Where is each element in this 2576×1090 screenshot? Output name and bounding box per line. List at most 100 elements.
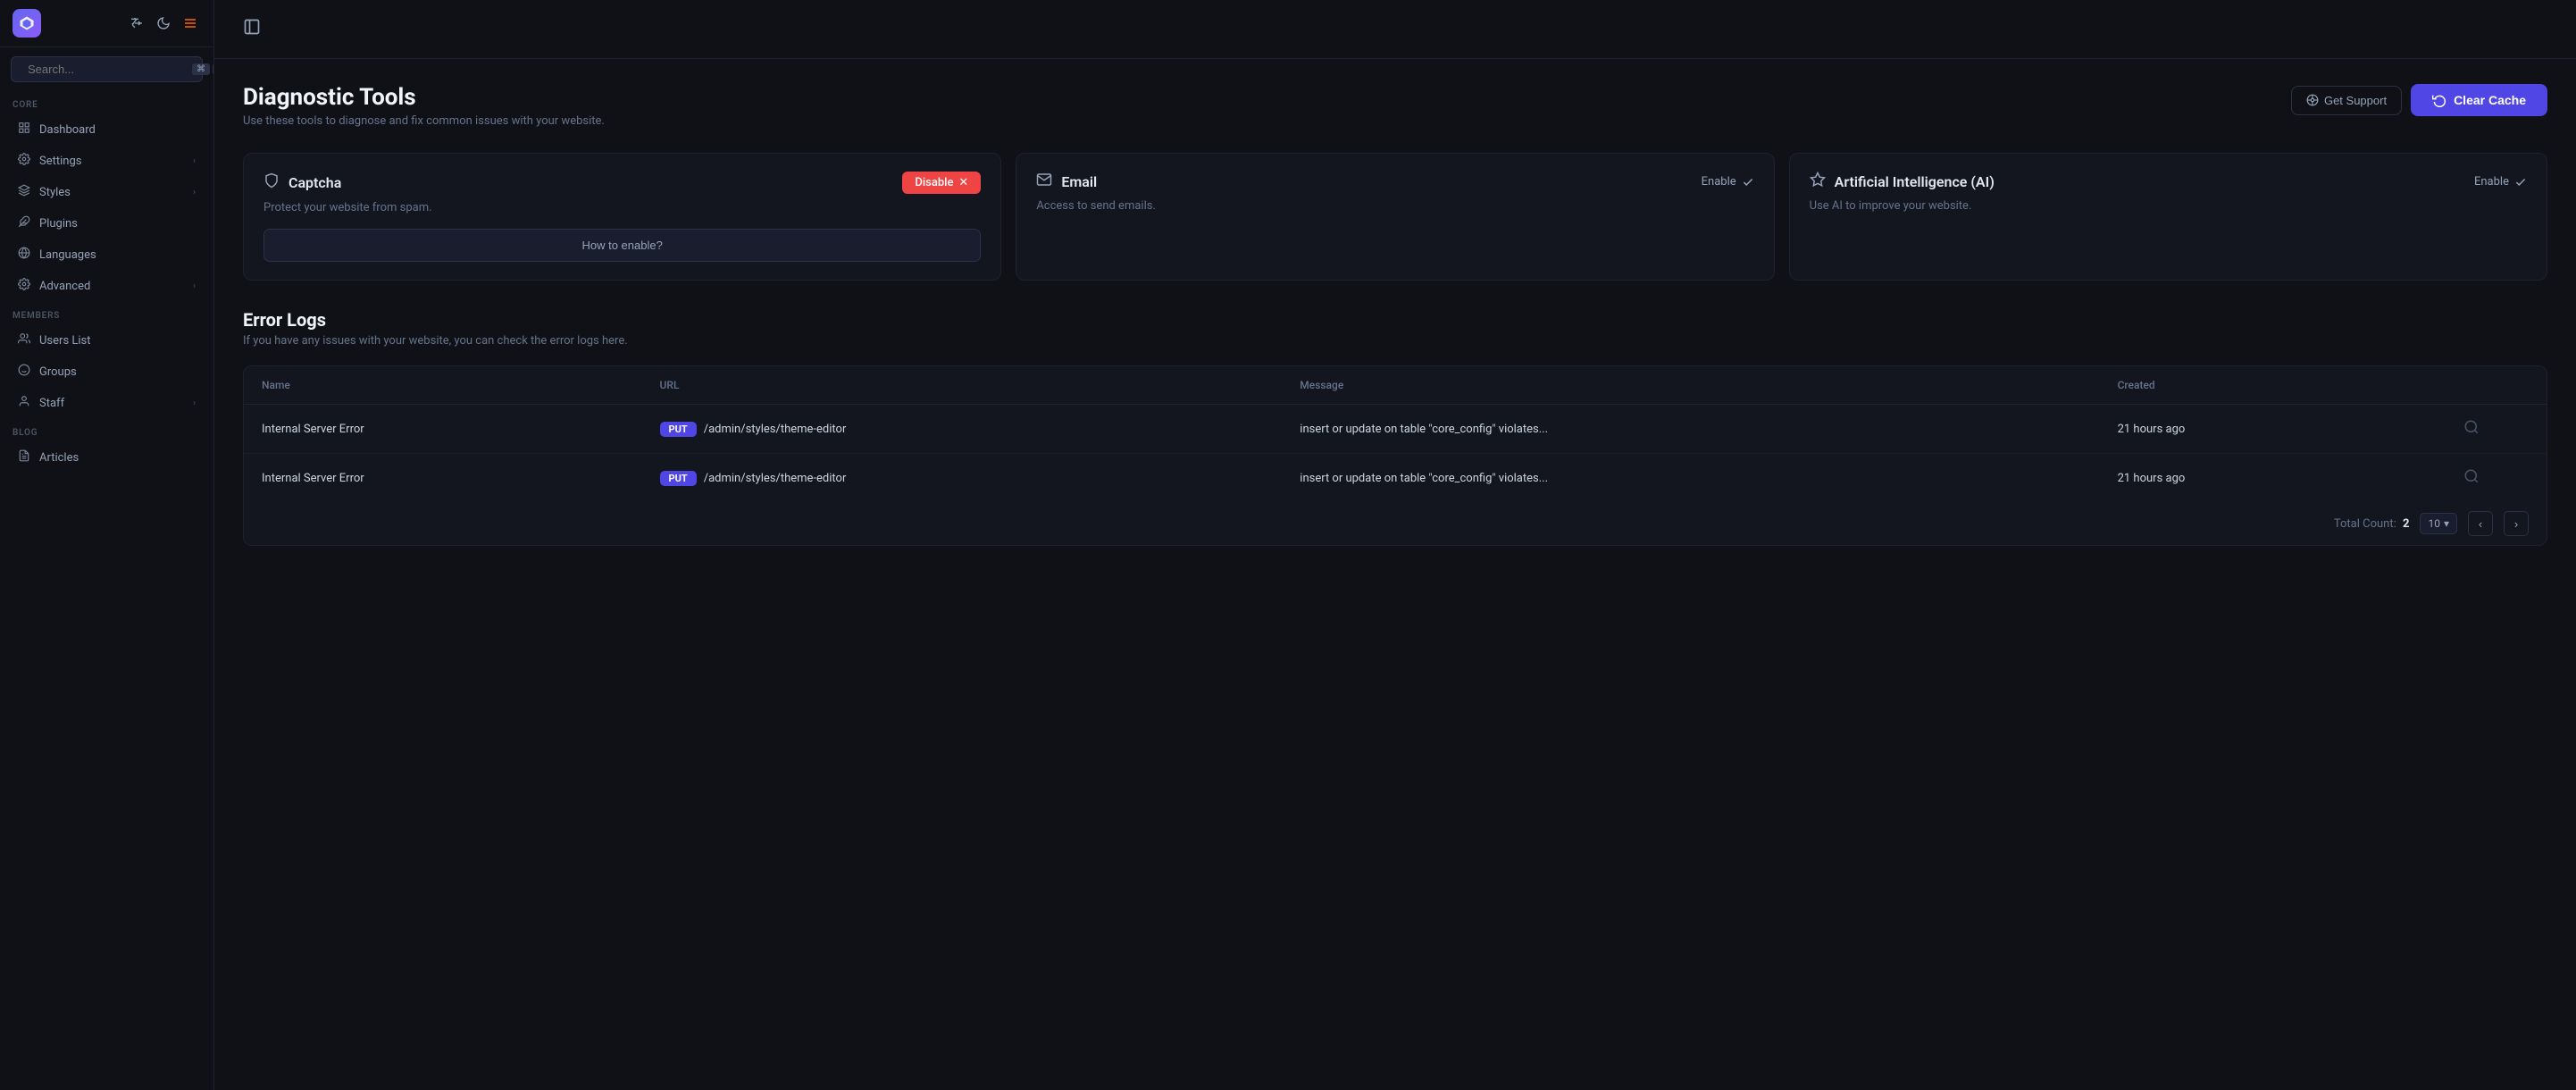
- disable-label: Disable: [915, 176, 953, 189]
- close-icon: ✕: [958, 176, 968, 189]
- sidebar-header: [0, 0, 213, 47]
- sidebar-item-styles[interactable]: Styles ›: [5, 177, 208, 207]
- search-input[interactable]: [28, 63, 185, 76]
- table-body: Internal Server Error PUT /admin/styles/…: [244, 405, 2547, 503]
- sidebar-item-label: Languages: [39, 248, 96, 262]
- card-title: Artificial Intelligence (AI): [1835, 173, 1995, 190]
- staff-icon: [18, 395, 30, 411]
- prev-page-button[interactable]: ‹: [2468, 511, 2493, 536]
- logo: [13, 9, 41, 38]
- page-title: Diagnostic Tools: [243, 84, 605, 111]
- per-page-select[interactable]: 10 ▾: [2420, 513, 2457, 534]
- clear-cache-button[interactable]: Clear Cache: [2411, 84, 2547, 116]
- row-search-icon[interactable]: [2463, 471, 2480, 488]
- email-card-icon: [1036, 172, 1052, 192]
- sidebar-item-groups[interactable]: Groups: [5, 356, 208, 387]
- nav-section-label: Members: [0, 302, 213, 324]
- table-column-header: Message: [1282, 366, 2099, 405]
- error-logs-table-container: NameURLMessageCreated Internal Server Er…: [243, 365, 2547, 546]
- sidebar-item-plugins[interactable]: Plugins: [5, 208, 208, 239]
- sidebar-item-label: Styles: [39, 186, 71, 199]
- card-title-group: Captcha: [263, 172, 341, 193]
- chevron-right-icon: ›: [193, 156, 196, 166]
- card-title-group: Artificial Intelligence (AI): [1810, 172, 1995, 192]
- page-header: Diagnostic Tools Use these tools to diag…: [243, 84, 2547, 128]
- check-icon: [2514, 176, 2527, 189]
- styles-icon: [18, 184, 30, 200]
- method-badge: PUT: [660, 471, 697, 486]
- error-logs-subtitle: If you have any issues with your website…: [243, 334, 2547, 348]
- sidebar-item-dashboard[interactable]: Dashboard: [5, 114, 208, 145]
- cell-name: Internal Server Error: [244, 405, 642, 454]
- chevron-right-icon: ›: [193, 398, 196, 408]
- disable-badge[interactable]: Disable ✕: [902, 172, 981, 194]
- table-row: Internal Server Error PUT /admin/styles/…: [244, 454, 2547, 503]
- settings-icon: [18, 153, 30, 169]
- search-bar[interactable]: ⌘ K: [11, 56, 203, 82]
- sidebar-item-articles[interactable]: Articles: [5, 442, 208, 473]
- ai-card-icon: [1810, 172, 1826, 192]
- sidebar: ⌘ K Core Dashboard Settings › Styles › P…: [0, 0, 214, 1090]
- table-header-row: NameURLMessageCreated: [244, 366, 2547, 405]
- nav-section-label: Blog: [0, 419, 213, 441]
- card-description: Access to send emails.: [1036, 199, 1753, 213]
- get-support-label: Get Support: [2324, 94, 2387, 107]
- card-ai: Artificial Intelligence (AI) Enable Use …: [1789, 153, 2547, 281]
- table-column-header: URL: [642, 366, 1283, 405]
- sidebar-item-label: Settings: [39, 155, 81, 168]
- users-list-icon: [18, 332, 30, 348]
- translate-icon-btn[interactable]: [126, 13, 147, 34]
- sidebar-item-languages[interactable]: Languages: [5, 239, 208, 270]
- advanced-icon: [18, 278, 30, 294]
- enable-badge[interactable]: Enable: [2474, 175, 2527, 189]
- sidebar-item-label: Articles: [39, 451, 79, 465]
- enable-label: Enable: [1702, 175, 1736, 189]
- cell-message: insert or update on table "core_config" …: [1282, 454, 2099, 503]
- table-column-header: Created: [2100, 366, 2397, 405]
- page-content: Diagnostic Tools Use these tools to diag…: [214, 59, 2576, 1090]
- sidebar-item-users-list[interactable]: Users List: [5, 325, 208, 356]
- header-icons: [126, 13, 201, 34]
- table-footer: Total Count: 2 10 ▾ ‹ ›: [244, 502, 2547, 545]
- table-head: NameURLMessageCreated: [244, 366, 2547, 405]
- cell-action: [2397, 454, 2547, 503]
- get-support-button[interactable]: Get Support: [2291, 86, 2402, 115]
- sidebar-item-staff[interactable]: Staff ›: [5, 388, 208, 418]
- nav-sections: Core Dashboard Settings › Styles › Plugi…: [0, 91, 213, 474]
- sidebar-item-settings[interactable]: Settings ›: [5, 146, 208, 176]
- enable-badge[interactable]: Enable: [1702, 175, 1754, 189]
- card-header: Email Enable: [1036, 172, 1753, 192]
- card-title: Email: [1061, 173, 1097, 190]
- groups-icon: [18, 364, 30, 380]
- sidebar-item-label: Plugins: [39, 217, 78, 231]
- card-title: Captcha: [289, 174, 341, 191]
- check-icon: [1742, 176, 1754, 189]
- next-page-button[interactable]: ›: [2504, 511, 2529, 536]
- total-count-label: Total Count: 2: [2334, 517, 2410, 531]
- sidebar-item-label: Users List: [39, 334, 91, 348]
- how-to-enable-button[interactable]: How to enable?: [263, 229, 981, 262]
- cell-action: [2397, 405, 2547, 454]
- card-email: Email Enable Access to send emails.: [1016, 153, 1774, 281]
- sidebar-item-advanced[interactable]: Advanced ›: [5, 271, 208, 301]
- url-text: /admin/styles/theme-editor: [704, 472, 847, 485]
- chevron-right-icon: ›: [193, 188, 196, 197]
- main-content: Diagnostic Tools Use these tools to diag…: [214, 0, 2576, 1090]
- error-logs-title: Error Logs: [243, 309, 2547, 331]
- menu-icon-btn[interactable]: [180, 13, 201, 34]
- dashboard-icon: [18, 122, 30, 138]
- method-badge: PUT: [660, 422, 697, 437]
- plugins-icon: [18, 215, 30, 231]
- row-search-icon[interactable]: [2463, 422, 2480, 439]
- cell-created: 21 hours ago: [2100, 405, 2397, 454]
- page-subtitle: Use these tools to diagnose and fix comm…: [243, 114, 605, 128]
- cell-url: PUT /admin/styles/theme-editor: [642, 454, 1283, 503]
- url-text: /admin/styles/theme-editor: [704, 423, 847, 436]
- clear-cache-label: Clear Cache: [2454, 93, 2526, 107]
- enable-label: Enable: [2474, 175, 2509, 189]
- cell-message: insert or update on table "core_config" …: [1282, 405, 2099, 454]
- page-title-group: Diagnostic Tools Use these tools to diag…: [243, 84, 605, 128]
- sidebar-item-label: Staff: [39, 397, 64, 410]
- sidebar-toggle-btn[interactable]: [239, 14, 264, 44]
- theme-toggle-btn[interactable]: [153, 13, 174, 34]
